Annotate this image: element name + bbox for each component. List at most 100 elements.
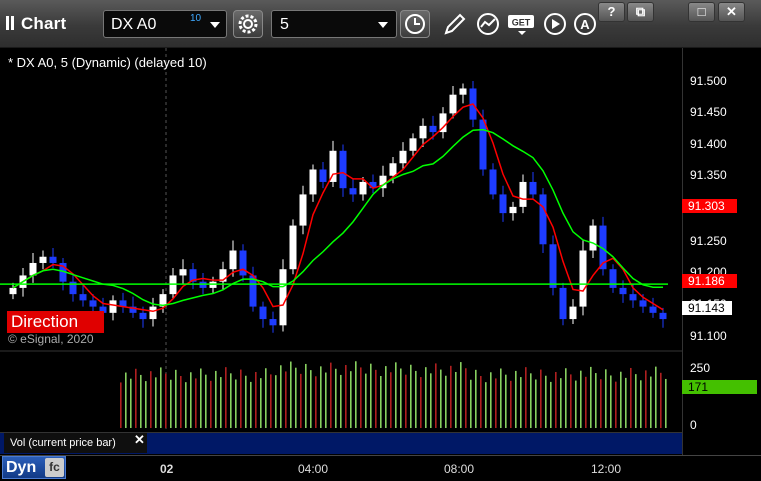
volume-bar: [310, 370, 312, 428]
chevron-down-icon[interactable]: [378, 22, 388, 28]
volume-bar: [200, 368, 202, 428]
volume-bar: [390, 372, 392, 428]
volume-bar: [355, 361, 357, 428]
close-button[interactable]: ✕: [718, 2, 745, 22]
volume-tick: 250: [690, 361, 711, 375]
volume-bar: [570, 374, 572, 428]
volume-bar: [370, 363, 372, 428]
help-button[interactable]: ?: [598, 2, 625, 22]
play-button[interactable]: [541, 10, 569, 38]
price-chart[interactable]: [0, 48, 682, 455]
volume-bar: [455, 371, 457, 428]
volume-bar: [365, 373, 367, 428]
volume-bar: [410, 364, 412, 428]
time-axis[interactable]: 02 04:00 08:00 12:00: [0, 455, 761, 481]
volume-axis[interactable]: 250 0: [682, 355, 761, 433]
volume-bar: [590, 366, 592, 428]
chart-style-icon: [477, 13, 499, 35]
volume-bar: [315, 376, 317, 428]
volume-bar: [565, 368, 567, 428]
volume-bar: [655, 366, 657, 428]
volume-bar: [445, 375, 447, 428]
candle: [139, 312, 147, 320]
price-tick: 91.350: [690, 168, 727, 182]
volume-bar: [640, 380, 642, 428]
volume-bar: [440, 369, 442, 428]
volume-tick: 0: [690, 418, 697, 432]
watermark: © eSignal, 2020: [8, 332, 94, 346]
volume-bar: [285, 371, 287, 428]
volume-bar: [625, 377, 627, 428]
close-icon[interactable]: ✕: [134, 432, 145, 448]
candle: [479, 119, 487, 170]
volume-bar: [405, 374, 407, 428]
settings-button[interactable]: [233, 10, 263, 38]
volume-bar: [270, 374, 272, 428]
volume-bar: [170, 379, 172, 428]
volume-bar: [515, 370, 517, 428]
candle: [49, 256, 57, 263]
draw-button[interactable]: [441, 10, 469, 38]
candle: [239, 250, 247, 276]
restore-button[interactable]: ⧉: [627, 2, 654, 22]
grip-icon[interactable]: [6, 16, 9, 30]
chevron-down-icon[interactable]: [210, 22, 220, 28]
maximize-button[interactable]: □: [688, 2, 715, 22]
candle: [609, 269, 617, 288]
volume-bar: [240, 369, 242, 428]
volume-bar: [495, 378, 497, 428]
interval-select[interactable]: 5: [271, 10, 397, 38]
candle: [179, 269, 187, 276]
volume-bar: [135, 368, 137, 428]
volume-bar: [210, 380, 212, 428]
symbol-input[interactable]: DX A0 10: [103, 10, 227, 38]
volume-bar: [415, 370, 417, 428]
volume-bar: [525, 367, 527, 428]
svg-text:GET: GET: [512, 18, 531, 28]
volume-bar: [430, 373, 432, 428]
study-button[interactable]: [474, 10, 502, 38]
volume-label: Vol (current price bar): [4, 433, 147, 453]
alert-button[interactable]: A: [571, 10, 599, 38]
volume-bar: [620, 371, 622, 428]
volume-bar: [490, 372, 492, 428]
grip-icon[interactable]: [11, 16, 14, 30]
volume-bar: [435, 363, 437, 428]
volume-bar: [635, 374, 637, 428]
price-tick: 91.250: [690, 234, 727, 248]
candle: [559, 287, 567, 320]
get-button[interactable]: GET: [506, 10, 538, 38]
volume-bar: [470, 379, 472, 428]
candle: [349, 188, 357, 195]
volume-bar: [345, 365, 347, 428]
candle: [269, 319, 277, 326]
time-button[interactable]: [400, 10, 430, 38]
volume-bar: [475, 369, 477, 428]
app-title-label: Chart: [20, 14, 67, 33]
volume-bar: [145, 381, 147, 428]
candle: [149, 306, 157, 320]
volume-bar: [615, 381, 617, 428]
volume-bar: [360, 367, 362, 428]
app-title: Chart: [6, 14, 66, 34]
volume-bar: [380, 376, 382, 428]
time-tick: 08:00: [444, 462, 475, 476]
volume-bar: [520, 377, 522, 428]
fc-icon[interactable]: fc: [45, 458, 64, 477]
a-icon: A: [574, 13, 596, 35]
volume-bar: [420, 377, 422, 428]
candle: [519, 181, 527, 207]
volume-bar: [215, 370, 217, 428]
time-tick: 12:00: [591, 462, 622, 476]
candle: [419, 125, 427, 139]
candle: [629, 294, 637, 301]
price-tick: 91.100: [690, 329, 727, 343]
volume-bar: [245, 375, 247, 428]
volume-bar: [195, 378, 197, 428]
time-tick: 02: [160, 462, 174, 476]
candle: [429, 125, 437, 133]
volume-bar: [235, 379, 237, 428]
play-icon: [544, 13, 566, 35]
volume-bar: [190, 372, 192, 428]
price-tag-slow-ma: 91.186: [682, 274, 737, 288]
